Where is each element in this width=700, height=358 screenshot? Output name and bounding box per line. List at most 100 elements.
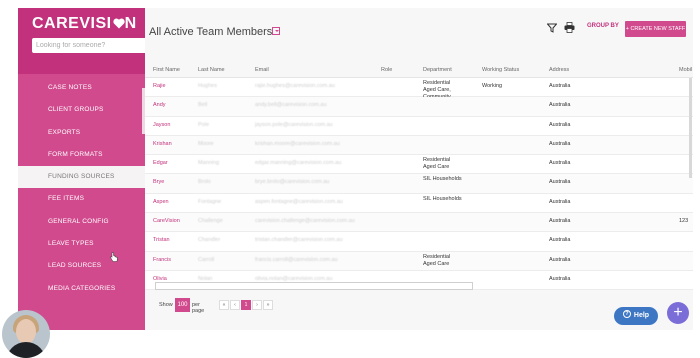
cell-email: rajie.hughes@carevision.com.au — [255, 83, 335, 89]
title-dropdown-button[interactable] — [272, 27, 280, 35]
cell-email: edgar.manning@carevision.com.au — [255, 160, 342, 167]
column-header[interactable]: Role — [381, 67, 392, 73]
last-page-button[interactable]: » — [263, 300, 273, 310]
per-page-label: per page — [192, 302, 205, 314]
cell-email: tristan.chandler@carevision.com.au — [255, 237, 343, 244]
cell-dept: SIL Households — [423, 176, 462, 183]
cell-first[interactable]: Andy — [153, 102, 166, 109]
column-header[interactable]: Mobil — [679, 67, 692, 73]
sidebar-item-general-config[interactable]: GENERAL CONFIG — [18, 211, 145, 233]
page-1-button[interactable]: 1 — [241, 300, 251, 310]
table-row[interactable]: Jayson Pole jayson.pole@carevision.com.au A… — [145, 116, 693, 136]
cell-first[interactable]: CareVision — [153, 218, 180, 225]
cell-dept: Residential Aged Care — [423, 253, 451, 267]
group-by-button[interactable]: GROUP BY — [587, 23, 619, 29]
sidebar-item-case-notes[interactable]: CASE NOTES — [18, 77, 145, 99]
sidebar-item-leave-types[interactable]: LEAVE TYPES — [18, 233, 145, 255]
table-row[interactable]: Andy Bell andy.bell@carevision.com.au Austr… — [145, 97, 693, 117]
table-row[interactable]: Aspen Fontagne aspen.fontagne@carevision.c… — [145, 193, 693, 214]
cell-address: Australia — [549, 256, 571, 263]
sidebar-item-fee-items[interactable]: FEE ITEMS — [18, 188, 145, 210]
column-header[interactable]: Email — [255, 67, 269, 73]
cell-address: Australia — [549, 140, 571, 147]
table-row[interactable]: Rajie Hughes rajie.hughes@carevision.com.a… — [145, 78, 693, 100]
cell-status: Working — [482, 83, 503, 89]
cell-first[interactable]: Jayson — [153, 122, 170, 129]
column-header[interactable]: Address — [549, 67, 569, 73]
filter-icon[interactable] — [547, 23, 557, 33]
print-icon[interactable] — [564, 22, 575, 33]
first-page-button[interactable]: « — [219, 300, 229, 310]
cell-mobile: 123 — [679, 218, 689, 225]
cell-email: andy.bell@carevision.com.au — [255, 102, 327, 109]
table-vertical-scrollbar[interactable] — [689, 78, 692, 178]
add-button[interactable]: + — [667, 302, 689, 324]
sidebar-header: CAREVISI N — [18, 8, 147, 74]
column-header[interactable]: Department — [423, 67, 452, 73]
sidebar: CAREVISIN CASE NOTESCLIENT GROUPSEXPORTS… — [18, 8, 147, 330]
table-row[interactable]: Brye Brolo brye.brolo@carevision.com.au SIL… — [145, 174, 693, 194]
cell-last: Pole — [198, 121, 210, 128]
cell-email: brye.brolo@carevision.com.au — [255, 179, 330, 186]
cell-first[interactable]: Aspen — [153, 199, 169, 206]
table-horizontal-scrollbar[interactable] — [155, 282, 473, 290]
cell-dept: SIL Households — [423, 195, 462, 202]
table-row[interactable]: Edgar Manning edgar.manning@carevision.com… — [145, 155, 693, 175]
sidebar-item-lead-sources[interactable]: LEAD SOURCES — [18, 255, 145, 277]
sidebar-item-funding-sources[interactable]: FUNDING SOURCES — [18, 166, 145, 189]
pagination-show-label: Show — [159, 302, 173, 308]
app-window: CAREVISIN CASE NOTESCLIENT GROUPSEXPORTS… — [0, 0, 700, 358]
question-icon: ? — [622, 310, 631, 319]
table-row[interactable]: Krishan Moore krishan.moore@carevision.com… — [145, 135, 693, 156]
table-row[interactable]: CareVision Challenge carevision.challenge@… — [145, 213, 693, 233]
cell-address: Australia — [549, 275, 571, 282]
staff-table: First Name Last Name Email Role Department Wo… — [145, 63, 693, 291]
webcam-overlay — [2, 310, 50, 358]
cell-last: Carroll — [198, 256, 215, 263]
cell-address: Australia — [549, 160, 571, 167]
cell-address: Australia — [549, 179, 571, 186]
logo: CAREVISI N — [32, 15, 137, 32]
cell-last: Bell — [198, 102, 208, 109]
help-button[interactable]: ? Help — [614, 307, 658, 325]
sidebar-item-media-categories[interactable]: MEDIA CATEGORIES — [18, 278, 145, 300]
column-header[interactable]: Last Name — [198, 67, 225, 73]
sidebar-menu: CASE NOTES CLIENT GROUPS EXPORTS FORM FORMA… — [18, 77, 145, 300]
search-input[interactable] — [32, 38, 147, 53]
cell-address: Australia — [549, 198, 571, 205]
heart-icon — [112, 18, 125, 29]
cell-first[interactable]: Rajie — [153, 83, 166, 90]
table-header: First Name Last Name Email Role Department Wo… — [145, 63, 693, 78]
cell-last: Chandler — [198, 237, 221, 244]
cell-first[interactable]: Tristan — [153, 237, 170, 244]
cell-email: krishan.moore@carevision.com.au — [255, 140, 340, 147]
cell-last: Moore — [198, 140, 214, 147]
webcam-face — [16, 319, 36, 344]
cell-last: Manning — [198, 160, 220, 167]
cell-first[interactable]: Edgar — [153, 160, 168, 167]
hand-cursor-icon — [110, 252, 118, 262]
column-header[interactable]: Working Status — [482, 67, 519, 73]
cell-address: Australia — [549, 83, 571, 89]
cell-first[interactable]: Francis — [153, 257, 171, 264]
table-row[interactable]: Francis Carroll francis.carroll@carevision… — [145, 251, 693, 271]
prev-page-button[interactable]: ‹ — [230, 300, 240, 310]
page-title: All Active Team Members — [149, 26, 273, 38]
table-body: Rajie Hughes rajie.hughes@carevision.com.a… — [145, 78, 693, 291]
page-size-select[interactable]: 100 — [175, 298, 190, 312]
cell-email: francis.carroll@carevision.com.au — [255, 256, 338, 263]
cell-first[interactable]: Krishan — [153, 141, 172, 148]
sidebar-item-exports[interactable]: EXPORTS — [18, 122, 145, 144]
create-new-staff-button[interactable]: + CREATE NEW STAFF — [625, 21, 686, 37]
cell-email: jayson.pole@carevision.com.au — [255, 121, 333, 128]
sidebar-item-client-groups[interactable]: CLIENT GROUPS — [18, 99, 145, 121]
next-page-button[interactable]: › — [252, 300, 262, 310]
cell-address: Australia — [549, 218, 571, 225]
cell-last: Brolo — [198, 179, 211, 186]
sidebar-item-form-formats[interactable]: FORM FORMATS — [18, 144, 145, 166]
cell-email: carevision.challenge@carevision.com.au — [255, 218, 355, 225]
table-row[interactable]: Tristan Chandler tristan.chandler@carevisi… — [145, 232, 693, 252]
column-header[interactable]: First Name — [153, 67, 180, 73]
cell-first[interactable]: Brye — [153, 179, 164, 186]
webcam-body — [6, 342, 46, 358]
